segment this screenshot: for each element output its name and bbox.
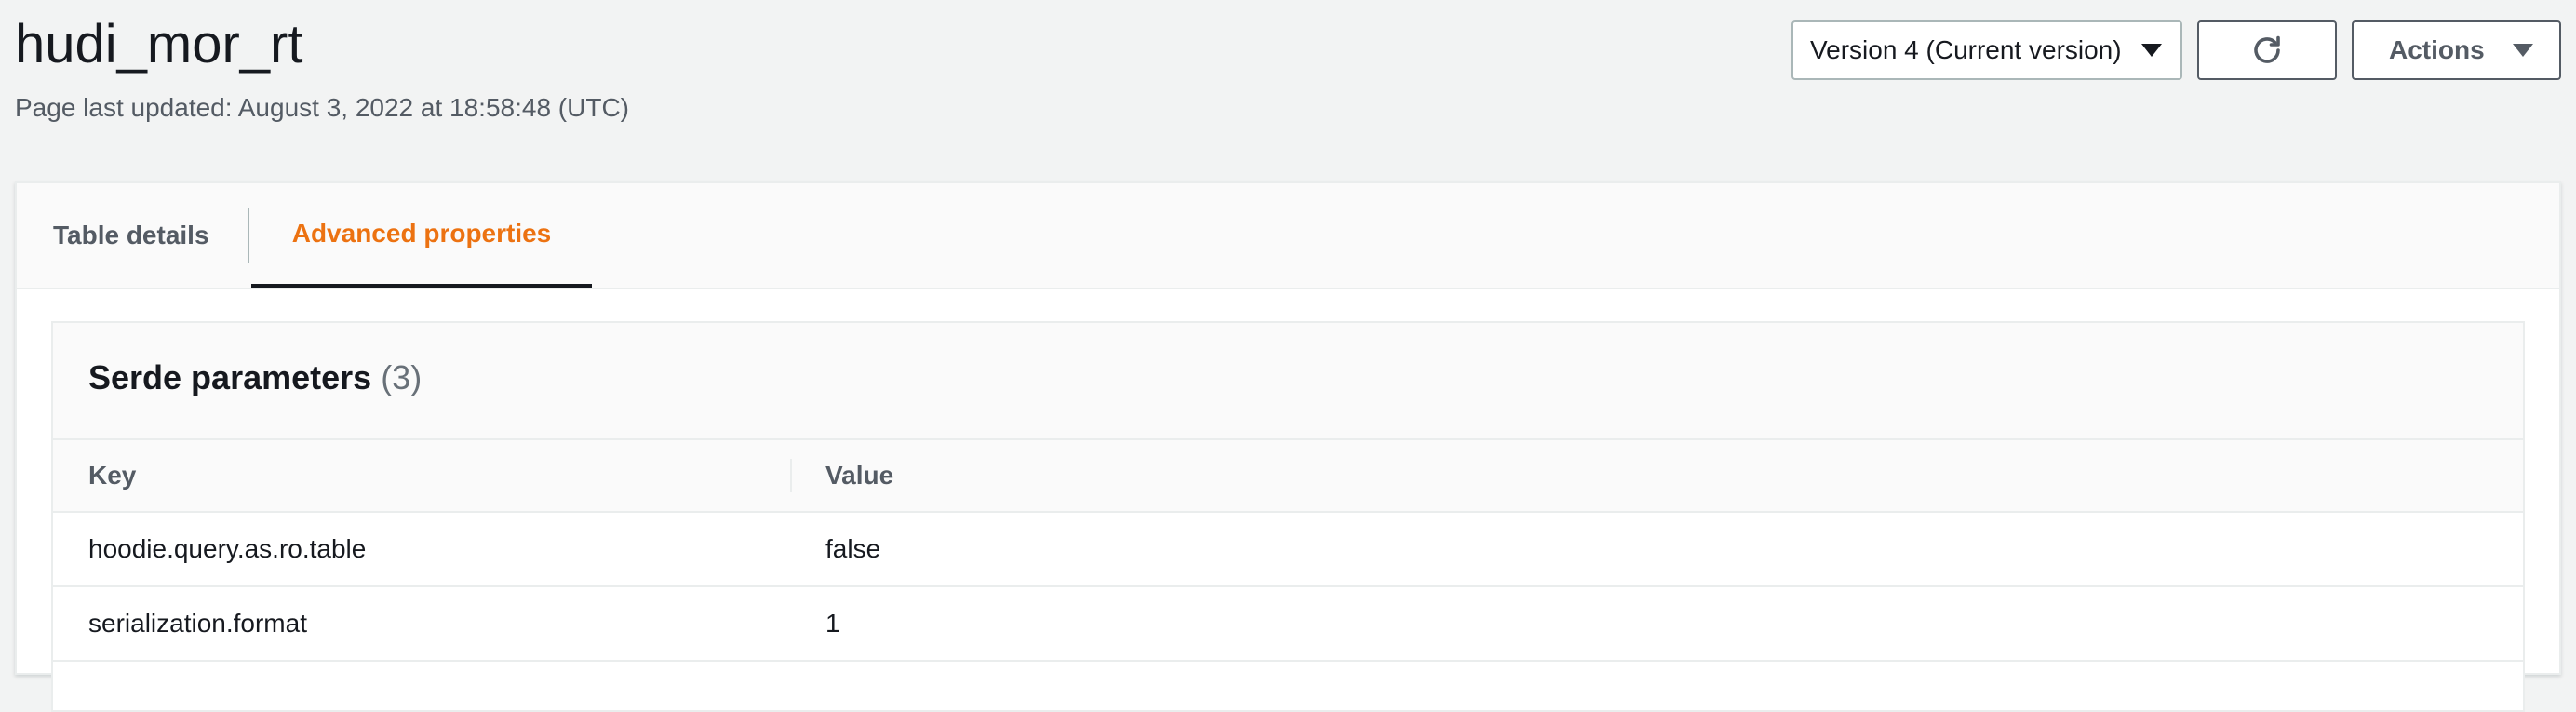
actions-button[interactable]: Actions <box>2352 20 2561 80</box>
column-header-key: Key <box>88 461 137 490</box>
serde-parameters-panel: Serde parameters (3) Key Value hoodie.qu… <box>51 321 2525 712</box>
table-row: serialization.format 1 <box>53 587 2523 662</box>
version-select-value: Version 4 (Current version) <box>1810 35 2122 64</box>
page-header: hudi_mor_rt Page last updated: August 3,… <box>15 0 2561 140</box>
actions-button-label: Actions <box>2389 35 2485 64</box>
page-title: hudi_mor_rt <box>15 14 303 74</box>
row-value: false <box>825 534 881 563</box>
table-row: hoodie.query.as.ro.table false <box>53 513 2523 587</box>
tab-bar: Table details Advanced properties <box>17 183 2559 289</box>
row-key: hoodie.query.as.ro.table <box>88 534 367 563</box>
version-select[interactable]: Version 4 (Current version) <box>1791 20 2182 80</box>
refresh-button[interactable] <box>2197 20 2337 80</box>
column-resize-handle[interactable] <box>790 459 792 492</box>
table-header: Key Value <box>53 440 2523 513</box>
section-count: (3) <box>381 358 423 396</box>
caret-down-icon <box>2513 44 2533 57</box>
section-header: Serde parameters (3) <box>53 323 2523 440</box>
caret-down-icon <box>2141 44 2162 57</box>
column-header-value: Value <box>825 461 894 490</box>
last-updated-text: Page last updated: August 3, 2022 at 18:… <box>15 93 629 122</box>
tab-divider <box>248 208 249 263</box>
refresh-icon <box>2254 35 2280 63</box>
tab-advanced-properties[interactable]: Advanced properties <box>251 183 592 288</box>
row-value: 1 <box>825 609 840 638</box>
section-title: Serde parameters (3) <box>88 358 422 397</box>
table-properties-card: Table details Advanced properties Serde … <box>15 181 2561 712</box>
row-key: serialization.format <box>88 609 307 638</box>
section-title-text: Serde parameters <box>88 358 372 396</box>
header-actions: Version 4 (Current version) Actions <box>1791 20 2561 80</box>
tab-table-details[interactable]: Table details <box>53 183 209 288</box>
